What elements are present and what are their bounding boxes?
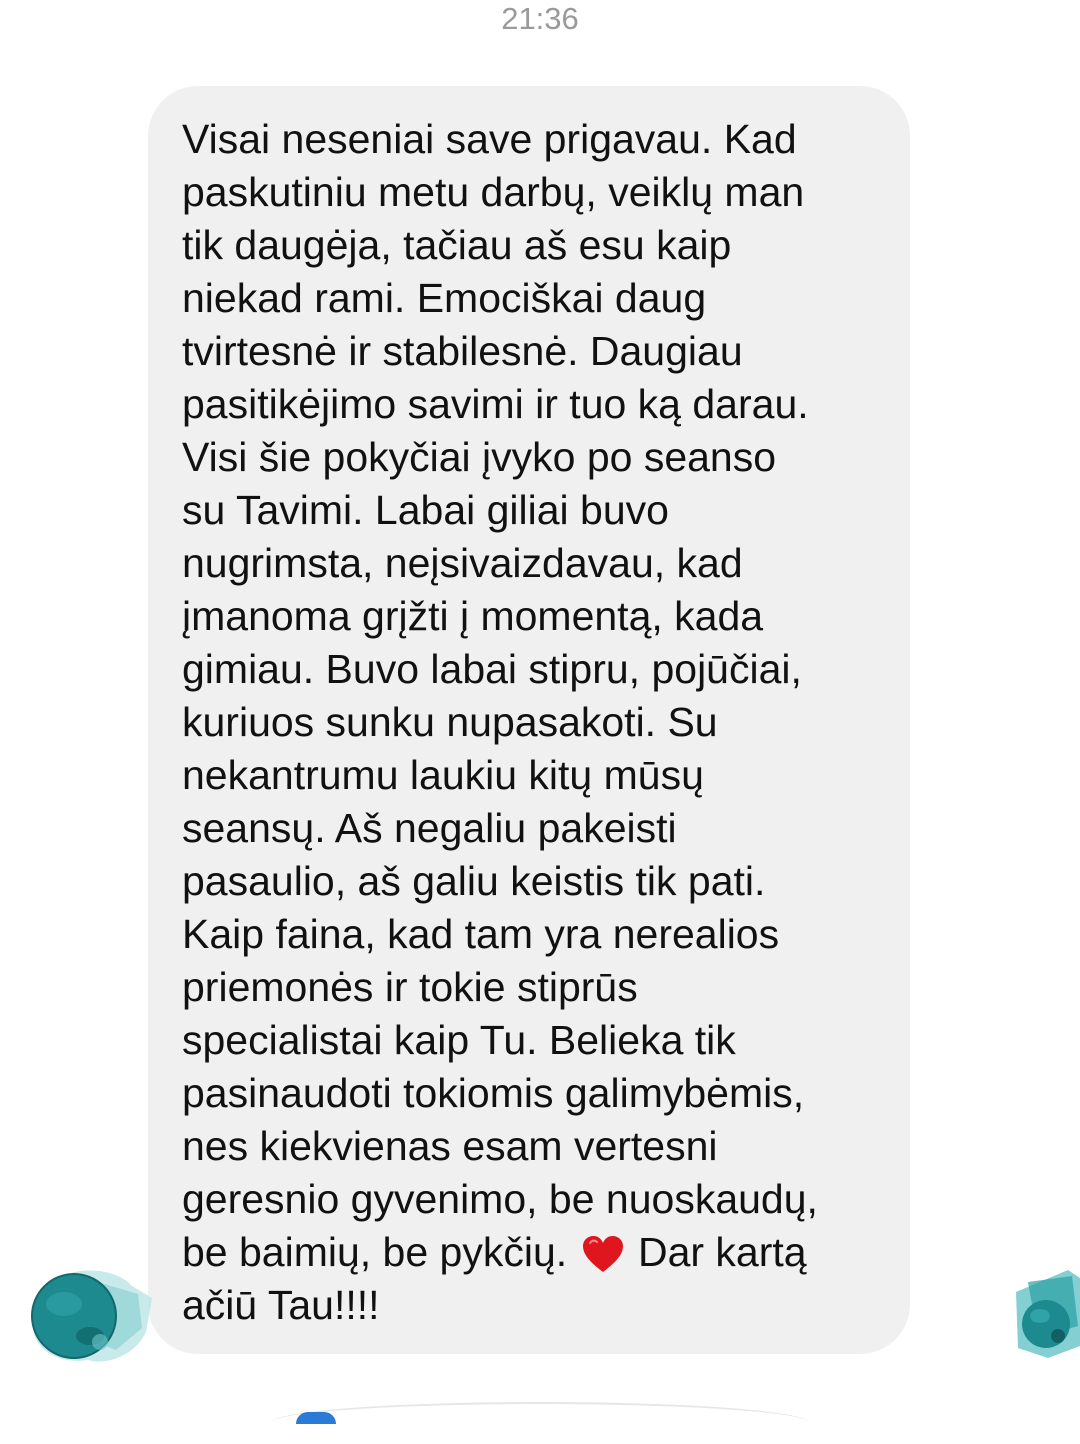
message-text-fragment: be baimių, be pykčių.: [182, 1229, 568, 1275]
message-line: paskutiniu metu darbų, veiklų man: [182, 169, 805, 215]
message-bubble[interactable]: Visai neseniai save prigavau. Kad paskut…: [148, 86, 910, 1354]
message-line: tvirtesnė ir stabilesnė. Daugiau: [182, 328, 743, 374]
message-line: su Tavimi. Labai giliai buvo: [182, 487, 669, 533]
message-line: Kaip faina, kad tam yra nerealios: [182, 911, 780, 957]
heart-icon: [582, 1236, 623, 1272]
sender-avatar-icon[interactable]: [28, 1268, 152, 1366]
message-line: nekantrumu laukiu kitų mūsų: [182, 752, 704, 798]
message-text-fragment: Dar kartą: [637, 1229, 807, 1275]
message-line: kuriuos sunku nupasakoti. Su: [182, 699, 718, 745]
message-line-with-heart: be baimių, be pykčių. Dar kartą: [182, 1226, 890, 1279]
message-line: pasitikėjimo savimi ir tuo ką darau.: [182, 381, 809, 427]
message-line: Visai neseniai save prigavau. Kad: [182, 116, 797, 162]
composer-edge: [270, 1402, 810, 1444]
message-line: pasaulio, aš galiu keistis tik pati.: [182, 858, 766, 904]
message-line: priemonės ir tokie stiprūs: [182, 964, 638, 1010]
message-line: seansų. Aš negaliu pakeisti: [182, 805, 677, 851]
message-timestamp: 21:36: [501, 1, 579, 36]
message-line: gimiau. Buvo labai stipru, pojūčiai,: [182, 646, 802, 692]
message-line: pasinaudoti tokiomis galimybėmis,: [182, 1070, 805, 1116]
message-line: įmanoma grįžti į momentą, kada: [182, 593, 764, 639]
message-line: Visi šie pokyčiai įvyko po seanso: [182, 434, 777, 480]
composer-accent: [296, 1412, 336, 1424]
message-line: geresnio gyvenimo, be nuoskaudų,: [182, 1176, 818, 1222]
message-line: specialistai kaip Tu. Belieka tik: [182, 1017, 736, 1063]
message-line: nugrimsta, neįsivaizdavau, kad: [182, 540, 743, 586]
read-receipt-avatar-icon: [1016, 1270, 1080, 1358]
message-line: niekad rami. Emociškai daug: [182, 275, 707, 321]
message-line: nes kiekvienas esam vertesni: [182, 1123, 718, 1169]
message-line: ačiū Tau!!!!: [182, 1282, 380, 1328]
message-line: tik daugėja, tačiau aš esu kaip: [182, 222, 732, 268]
